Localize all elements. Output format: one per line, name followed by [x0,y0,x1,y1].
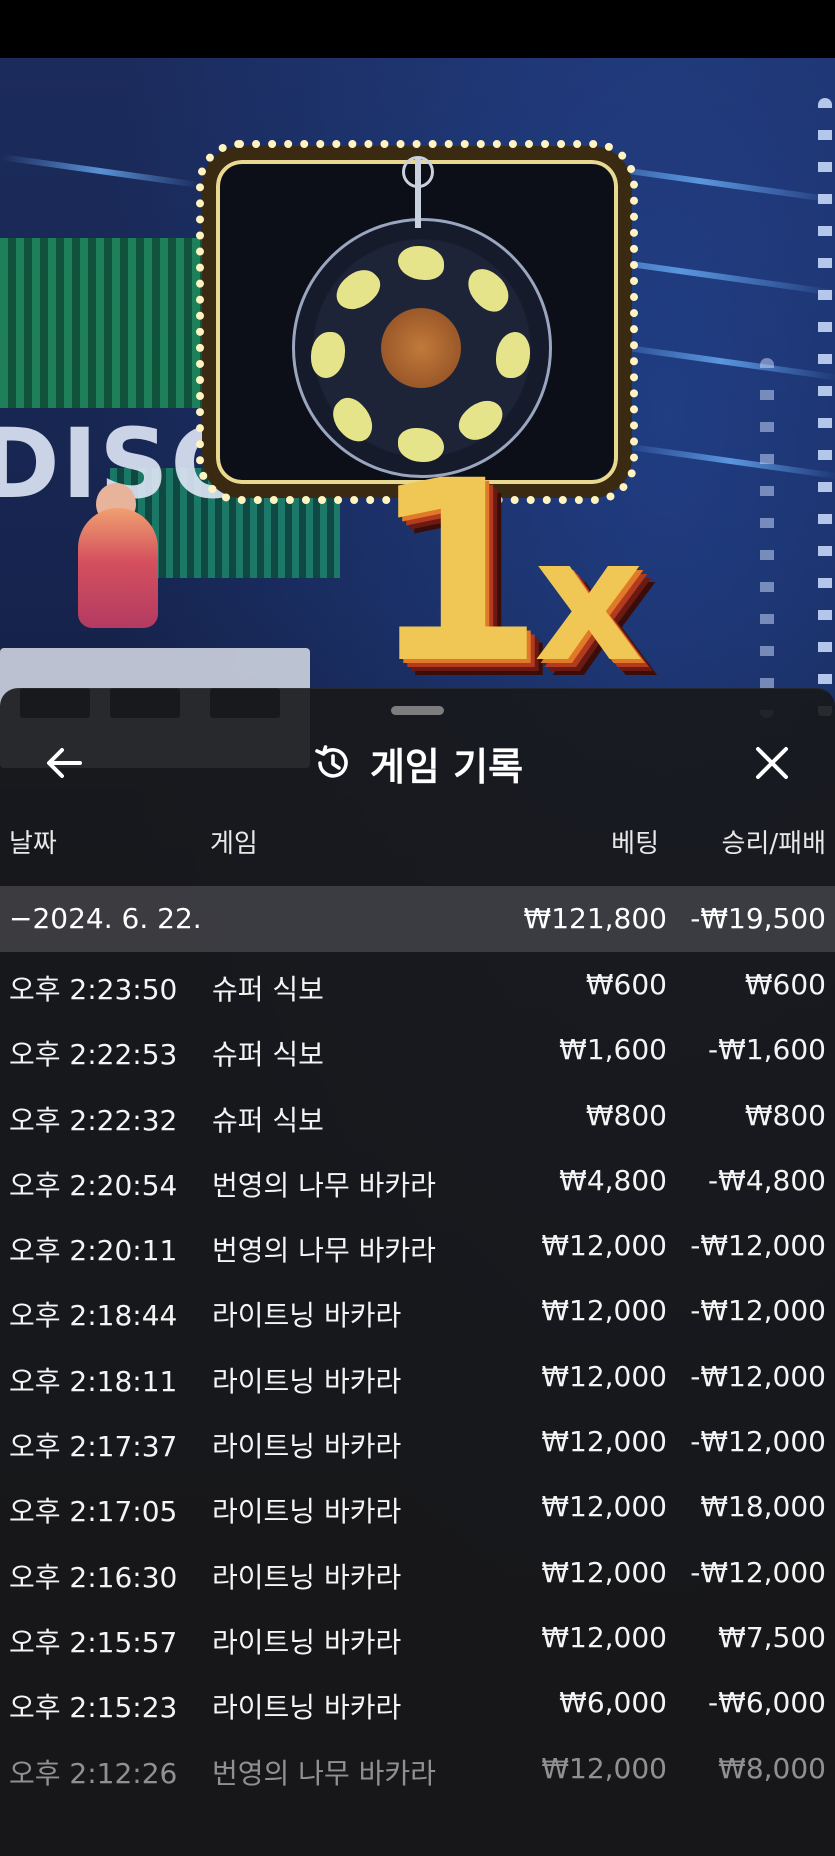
row-result: ₩800 [744,1098,826,1132]
history-row[interactable]: 오후 2:15:57 라이트닝 바카라 ₩12,000 ₩7,500 [0,1605,835,1670]
column-header-win-loss: 승리/패배 [721,829,826,859]
history-row[interactable]: 오후 2:20:11 번영의 나무 바카라 ₩12,000 -₩12,000 [0,1213,835,1278]
close-button[interactable] [742,733,802,793]
multiplier-suffix: x [533,502,644,700]
row-time: 오후 2:22:53 [9,1038,178,1072]
multiplier-number: 1 [370,427,544,718]
row-time: 오후 2:23:50 [9,973,178,1006]
row-time: 오후 2:16:30 [9,1560,178,1594]
history-row[interactable]: 오후 2:22:53 슈퍼 식보 ₩1,600 -₩1,600 [0,1017,835,1082]
wheel-hub [381,308,461,388]
row-result: -₩12,000 [690,1425,826,1459]
row-bet: ₩12,000 [541,1294,667,1328]
row-result: -₩12,000 [690,1555,826,1589]
row-game: 슈퍼 식보 [212,973,324,1006]
row-bet: ₩4,800 [559,1163,667,1197]
multiplier-display: 1x [370,448,644,698]
sheet-title: 게임 기록 [369,744,524,789]
row-result: -₩4,800 [708,1163,826,1197]
row-result: ₩600 [744,968,826,1001]
row-game: 라이트닝 바카라 [212,1299,402,1333]
row-game: 번영의 나무 바카라 [212,1234,436,1268]
row-result: -₩12,000 [690,1229,826,1263]
row-time: 오후 2:20:11 [9,1234,178,1268]
history-row[interactable]: 오후 2:22:32 슈퍼 식보 ₩800 ₩800 [0,1083,835,1148]
row-bet: ₩12,000 [541,1359,667,1393]
column-header-bet: 베팅 [611,829,659,859]
row-bet: ₩600 [585,968,667,1001]
row-bet: ₩1,600 [559,1033,667,1067]
history-row[interactable]: 오후 2:18:11 라이트닝 바카라 ₩12,000 -₩12,000 [0,1344,835,1409]
history-row[interactable]: 오후 2:17:37 라이트닝 바카라 ₩12,000 -₩12,000 [0,1409,835,1474]
history-row[interactable]: 오후 2:12:26 번영의 나무 바카라 ₩12,000 ₩8,000 [0,1736,835,1801]
row-bet: ₩12,000 [541,1620,667,1654]
row-result: -₩12,000 [690,1359,826,1393]
row-time: 오후 2:17:37 [9,1430,178,1464]
day-total-bet: ₩121,800 [523,902,667,935]
history-row[interactable]: 오후 2:23:50 슈퍼 식보 ₩600 ₩600 [0,952,835,1017]
row-result: -₩6,000 [708,1686,826,1720]
row-game: 라이트닝 바카라 [212,1430,402,1464]
sheet-drag-handle[interactable] [391,706,444,715]
close-x-icon [756,747,788,779]
row-bet: ₩6,000 [559,1686,667,1720]
row-time: 오후 2:15:23 [9,1691,178,1725]
row-game: 라이트닝 바카라 [212,1625,402,1659]
row-time: 오후 2:18:11 [9,1364,178,1398]
day-summary-row[interactable]: −2024. 6. 22. ₩121,800 -₩19,500 [0,886,835,952]
day-total-win-loss: -₩19,500 [690,902,826,935]
row-bet: ₩12,000 [541,1490,667,1524]
row-bet: ₩12,000 [541,1229,667,1263]
history-row[interactable]: 오후 2:15:23 라이트닝 바카라 ₩6,000 -₩6,000 [0,1670,835,1735]
row-time: 오후 2:15:57 [9,1625,178,1659]
game-history-sheet: 게임 기록 날짜 게임 베팅 승리/패배 −2024. 6. 22. ₩121,… [0,688,835,1856]
row-bet: ₩12,000 [541,1555,667,1589]
column-header-game: 게임 [210,829,258,859]
row-time: 오후 2:17:05 [9,1495,178,1529]
history-row[interactable]: 오후 2:17:05 라이트닝 바카라 ₩12,000 ₩18,000 [0,1474,835,1539]
row-result: -₩1,600 [708,1033,826,1067]
row-game: 슈퍼 식보 [212,1103,324,1137]
row-game: 라이트닝 바카라 [212,1495,402,1529]
row-result: -₩12,000 [690,1294,826,1328]
history-clock-icon [315,745,348,778]
row-game: 라이트닝 바카라 [212,1560,402,1594]
row-time: 오후 2:22:32 [9,1103,178,1137]
row-time: 오후 2:18:44 [9,1299,178,1333]
arrow-left-icon [47,748,82,778]
row-time: 오후 2:20:54 [9,1168,178,1202]
row-bet: ₩12,000 [541,1425,667,1459]
row-game: 슈퍼 식보 [212,1038,324,1072]
day-date: −2024. 6. 22. [9,902,202,935]
row-game: 라이트닝 바카라 [212,1364,402,1398]
history-list: 오후 2:23:50 슈퍼 식보 ₩600 ₩600 오후 2:22:53 슈퍼… [0,952,835,1801]
row-result: ₩7,500 [718,1620,826,1654]
back-button[interactable] [34,733,94,793]
row-result: ₩8,000 [718,1751,826,1785]
column-header-date: 날짜 [9,829,57,859]
column-headers: 날짜 게임 베팅 승리/패배 [0,809,835,869]
row-game: 라이트닝 바카라 [212,1691,402,1725]
row-bet: ₩12,000 [541,1751,667,1785]
row-bet: ₩800 [585,1098,667,1132]
row-game: 번영의 나무 바카라 [212,1756,436,1790]
history-row[interactable]: 오후 2:20:54 번영의 나무 바카라 ₩4,800 -₩4,800 [0,1148,835,1213]
row-result: ₩18,000 [700,1490,826,1524]
history-row[interactable]: 오후 2:16:30 라이트닝 바카라 ₩12,000 -₩12,000 [0,1540,835,1605]
row-time: 오후 2:12:26 [9,1756,178,1790]
row-game: 번영의 나무 바카라 [212,1168,436,1202]
history-row[interactable]: 오후 2:18:44 라이트닝 바카라 ₩12,000 -₩12,000 [0,1278,835,1343]
status-bar [0,0,835,58]
